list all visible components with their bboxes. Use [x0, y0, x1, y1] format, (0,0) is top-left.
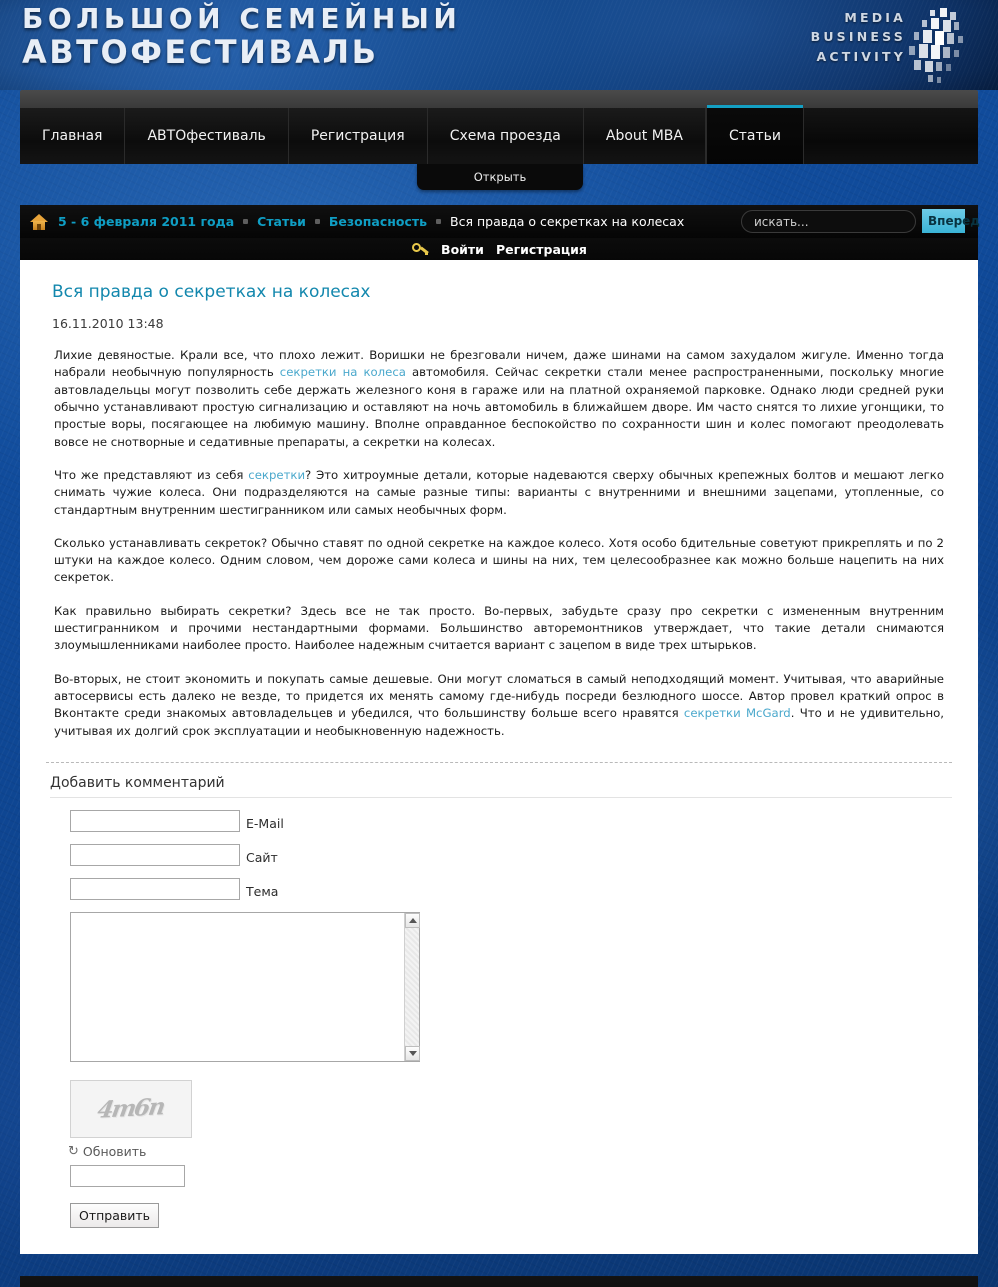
subject-field-row: Тема [70, 877, 952, 900]
footer-spacer [0, 1254, 998, 1276]
main-navigation-wrapper: Главная АВТОфестиваль Регистрация Схема … [0, 90, 998, 205]
breadcrumb-item-current: Вся правда о секретках на колесах [450, 214, 685, 229]
open-dropdown-tab[interactable]: Открыть [417, 164, 583, 190]
account-bar: Войти Регистрация [20, 238, 978, 260]
nav-label: Главная [42, 128, 103, 144]
page-title: Вся правда о секретках на колесах [52, 282, 371, 302]
comment-textarea[interactable] [70, 911, 420, 1062]
nav-label: About MBA [605, 128, 683, 144]
article-inline-link[interactable]: секретки на колеса [280, 365, 406, 379]
email-field-row: E-Mail [70, 809, 952, 832]
article-paragraph: Что же представляют из себя секретки? Эт… [54, 467, 944, 519]
breadcrumb-item-stati[interactable]: Статьи [257, 214, 306, 229]
article-paragraph: Сколько устанавливать секреток? Обычно с… [54, 535, 944, 587]
scroll-down-button[interactable] [405, 1045, 420, 1061]
captcha-refresh-button[interactable]: ↻ Обновить [68, 1144, 952, 1159]
article-date: 16.11.2010 13:48 [52, 316, 164, 331]
site-title-line2: АВТОФЕСТИВАЛЬ [22, 32, 379, 71]
article-text: Что же представляют из себя [54, 467, 249, 482]
article-paragraph: Как правильно выбирать секретки? Здесь в… [54, 603, 944, 655]
breadcrumb-separator [314, 219, 320, 224]
subject-field[interactable] [70, 877, 240, 900]
nav-label: Регистрация [310, 128, 405, 144]
content-area: Вся правда о секретках на колесах 16.11.… [20, 260, 978, 1254]
nav-label: Схема проезда [449, 128, 561, 144]
article-paragraph: Лихие девяностые. Крали все, что плохо л… [54, 347, 944, 451]
scroll-up-button[interactable] [405, 912, 420, 928]
article-text: Сколько устанавливать секреток? Обычно с… [54, 535, 944, 585]
nav-label: Статьи [729, 128, 782, 144]
nav-top-strip [20, 90, 978, 108]
breadcrumb-separator [243, 219, 249, 224]
site-footer: © 2009-2010. MBATech. Создание и поддерж… [20, 1275, 978, 1287]
email-field-label: E-Mail [246, 815, 284, 831]
breadcrumb-item-date[interactable]: 5 - 6 февраля 2011 года [58, 214, 234, 229]
nav-item-shema-proezda[interactable]: Схема проезда [427, 108, 584, 164]
nav-filler [804, 108, 978, 164]
article-inline-link[interactable]: секретки [248, 468, 305, 482]
open-dropdown-label: Открыть [473, 170, 527, 184]
site-banner: БОЛЬШОЙ СЕМЕЙНЫЙ АВТОФЕСТИВАЛЬ MEDIA BUS… [0, 0, 998, 90]
captcha-refresh-label: Обновить [82, 1143, 147, 1159]
nav-item-glavnaya[interactable]: Главная [20, 108, 126, 164]
captcha-input[interactable] [70, 1164, 185, 1187]
breadcrumb-bar: 5 - 6 февраля 2011 года Статьи Безопасно… [20, 205, 980, 238]
chevron-up-icon [408, 917, 417, 923]
breadcrumb-separator [436, 219, 442, 224]
comment-form-heading: Добавить комментарий [50, 774, 225, 791]
register-link[interactable]: Регистрация [496, 242, 587, 257]
search-submit-button[interactable]: Вперед [922, 209, 980, 233]
chevron-down-icon [408, 1050, 417, 1056]
email-field[interactable] [70, 809, 240, 832]
nav-item-registraciya[interactable]: Регистрация [288, 108, 428, 164]
home-icon[interactable] [30, 213, 48, 231]
key-icon [410, 241, 429, 256]
captcha-image: 4m6n [70, 1079, 192, 1138]
nav-label: АВТОфестиваль [147, 128, 266, 144]
article-paragraph: Во-вторых, не стоит экономить и покупать… [54, 671, 944, 740]
refresh-icon: ↻ [68, 1143, 79, 1159]
article-inline-link[interactable]: секретки McGard [684, 706, 791, 720]
site-field-label: Сайт [246, 849, 278, 865]
site-title: БОЛЬШОЙ СЕМЕЙНЫЙ АВТОФЕСТИВАЛЬ [22, 2, 462, 71]
site-field[interactable] [70, 843, 240, 866]
comment-heading-rule [50, 796, 952, 798]
mba-logo: MEDIA BUSINESS ACTIVITY [754, 6, 984, 86]
comment-section-divider [46, 761, 952, 763]
subject-field-label: Тема [246, 883, 279, 899]
site-title-line1: БОЛЬШОЙ СЕМЕЙНЫЙ [22, 2, 462, 35]
nav-item-about-mba[interactable]: About MBA [583, 108, 706, 164]
nav-item-stati[interactable]: Статьи [706, 105, 805, 164]
submit-comment-button[interactable]: Отправить [70, 1202, 160, 1228]
mba-logo-mark-icon [909, 8, 963, 83]
article-text: Как правильно выбирать секретки? Здесь в… [54, 603, 944, 653]
breadcrumb-item-bezopasnost[interactable]: Безопасность [329, 214, 427, 229]
article-body: Лихие девяностые. Крали все, что плохо л… [46, 347, 952, 740]
site-field-row: Сайт [70, 843, 952, 866]
captcha-text: 4m6n [95, 1093, 167, 1125]
comment-textarea-wrapper [70, 911, 420, 1062]
main-navigation: Главная АВТОфестиваль Регистрация Схема … [20, 105, 978, 164]
nav-item-avtofestival[interactable]: АВТОфестиваль [125, 108, 289, 164]
search-input[interactable] [741, 210, 916, 233]
comment-textarea-scrollbar[interactable] [404, 912, 420, 1061]
login-link[interactable]: Войти [441, 242, 484, 257]
